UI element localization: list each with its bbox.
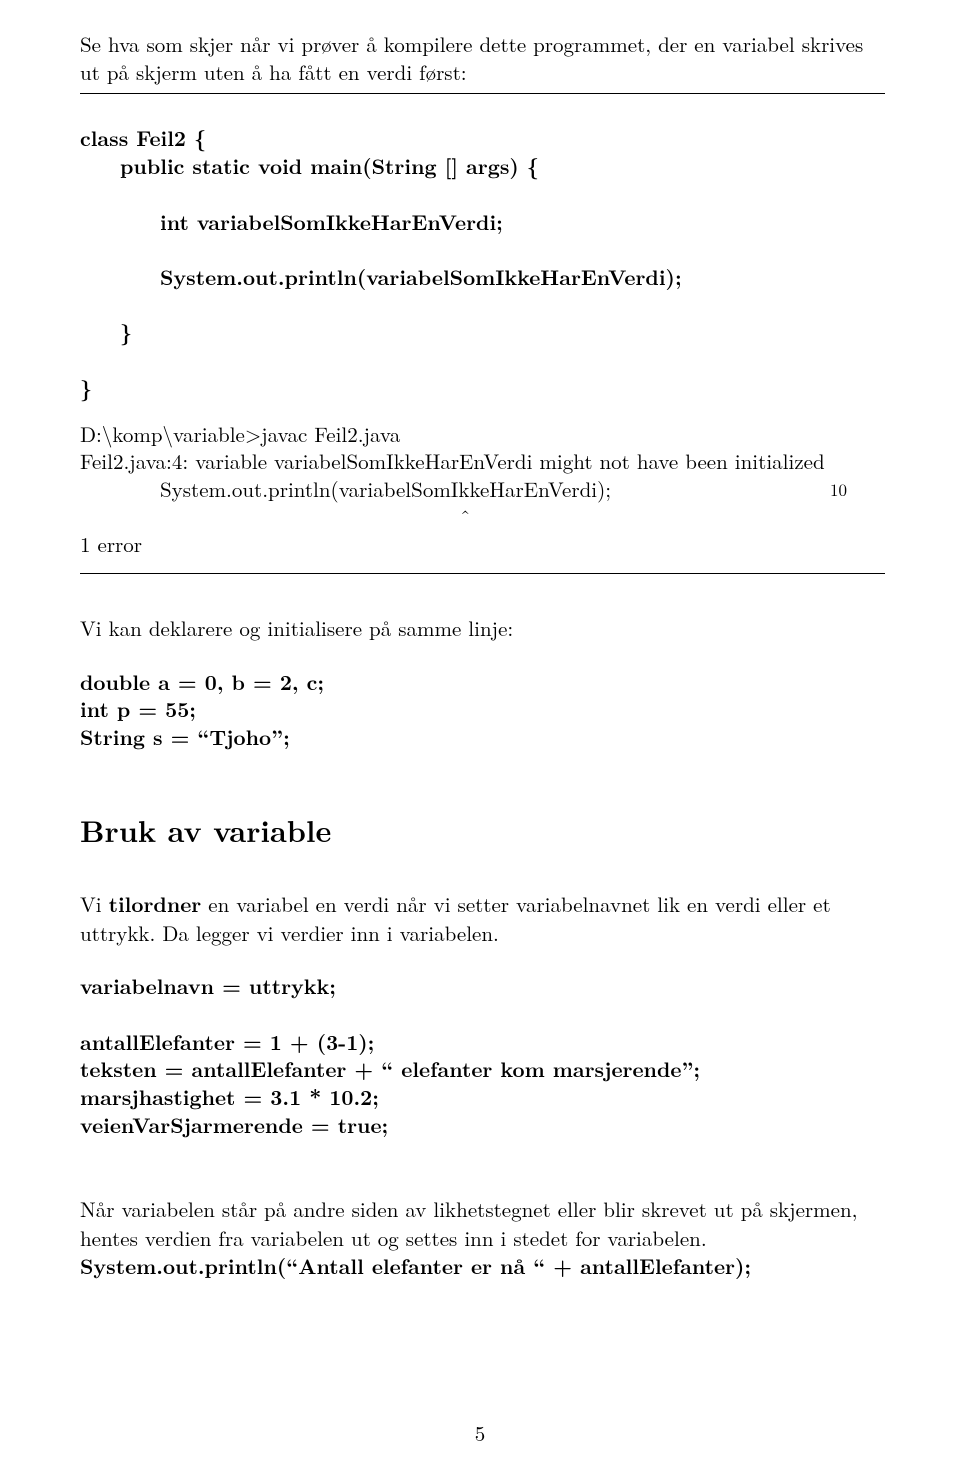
- compile-line: System.out.println(variabelSomIkkeHarEnV…: [160, 476, 885, 504]
- code-line: System.out.println(variabelSomIkkeHarEnV…: [80, 264, 885, 292]
- example-line: veienVarSjarmerende = true;: [80, 1112, 885, 1140]
- assign-paragraph: Vi tilordner en variabel en verdi når vi…: [80, 890, 885, 947]
- decl-init-paragraph: Vi kan deklarere og initialisere på samm…: [80, 614, 885, 642]
- rule-top: [80, 93, 885, 94]
- decl-init-block: double a = 0, b = 2, c; int p = 55; Stri…: [80, 669, 885, 752]
- code-line: public static void main(String [] args) …: [80, 153, 885, 181]
- section-heading: Bruk av variable: [80, 810, 885, 851]
- code-line: class Feil2 {: [80, 123, 206, 153]
- compile-line: 1 error: [80, 531, 885, 559]
- final-paragraph: Når variabelen står på andre siden av li…: [80, 1195, 885, 1280]
- example-block: antallElefanter = 1 + (3-1); teksten = a…: [80, 1029, 885, 1140]
- compile-line: D:\komp\variable>javac Feil2.java: [80, 421, 885, 449]
- line-number-margin: 10: [830, 478, 847, 500]
- page-number: 5: [0, 1419, 960, 1447]
- assign-syntax: variabelnavn = uttrykk;: [80, 973, 885, 1001]
- assign-keyword: tilordner: [109, 889, 202, 919]
- intro-paragraph: Se hva som skjer når vi prøver å kompile…: [80, 30, 885, 87]
- compile-caret: ˆ: [160, 504, 885, 532]
- example-line: antallElefanter = 1 + (3-1);: [80, 1029, 885, 1057]
- final-code: System.out.println(“Antall elefanter er …: [80, 1251, 751, 1281]
- decl-line: double a = 0, b = 2, c;: [80, 669, 885, 697]
- compiler-output: D:\komp\variable>javac Feil2.java Feil2.…: [80, 421, 885, 560]
- decl-line: String s = “Tjoho”;: [80, 724, 885, 752]
- rule-bottom: [80, 573, 885, 574]
- final-text: Når variabelen står på andre siden av li…: [80, 1194, 857, 1252]
- code-line: }: [80, 319, 885, 347]
- example-line: marsjhastighet = 3.1 * 10.2;: [80, 1084, 885, 1112]
- code-line: }: [80, 373, 92, 403]
- code-line: int variabelSomIkkeHarEnVerdi;: [80, 209, 885, 237]
- code-listing: class Feil2 { public static void main(St…: [80, 98, 885, 403]
- decl-line: int p = 55;: [80, 696, 885, 724]
- assign-text: Vi: [80, 889, 109, 919]
- example-line: teksten = antallElefanter + “ elefanter …: [80, 1056, 885, 1084]
- compile-line: Feil2.java:4: variable variabelSomIkkeHa…: [80, 448, 885, 476]
